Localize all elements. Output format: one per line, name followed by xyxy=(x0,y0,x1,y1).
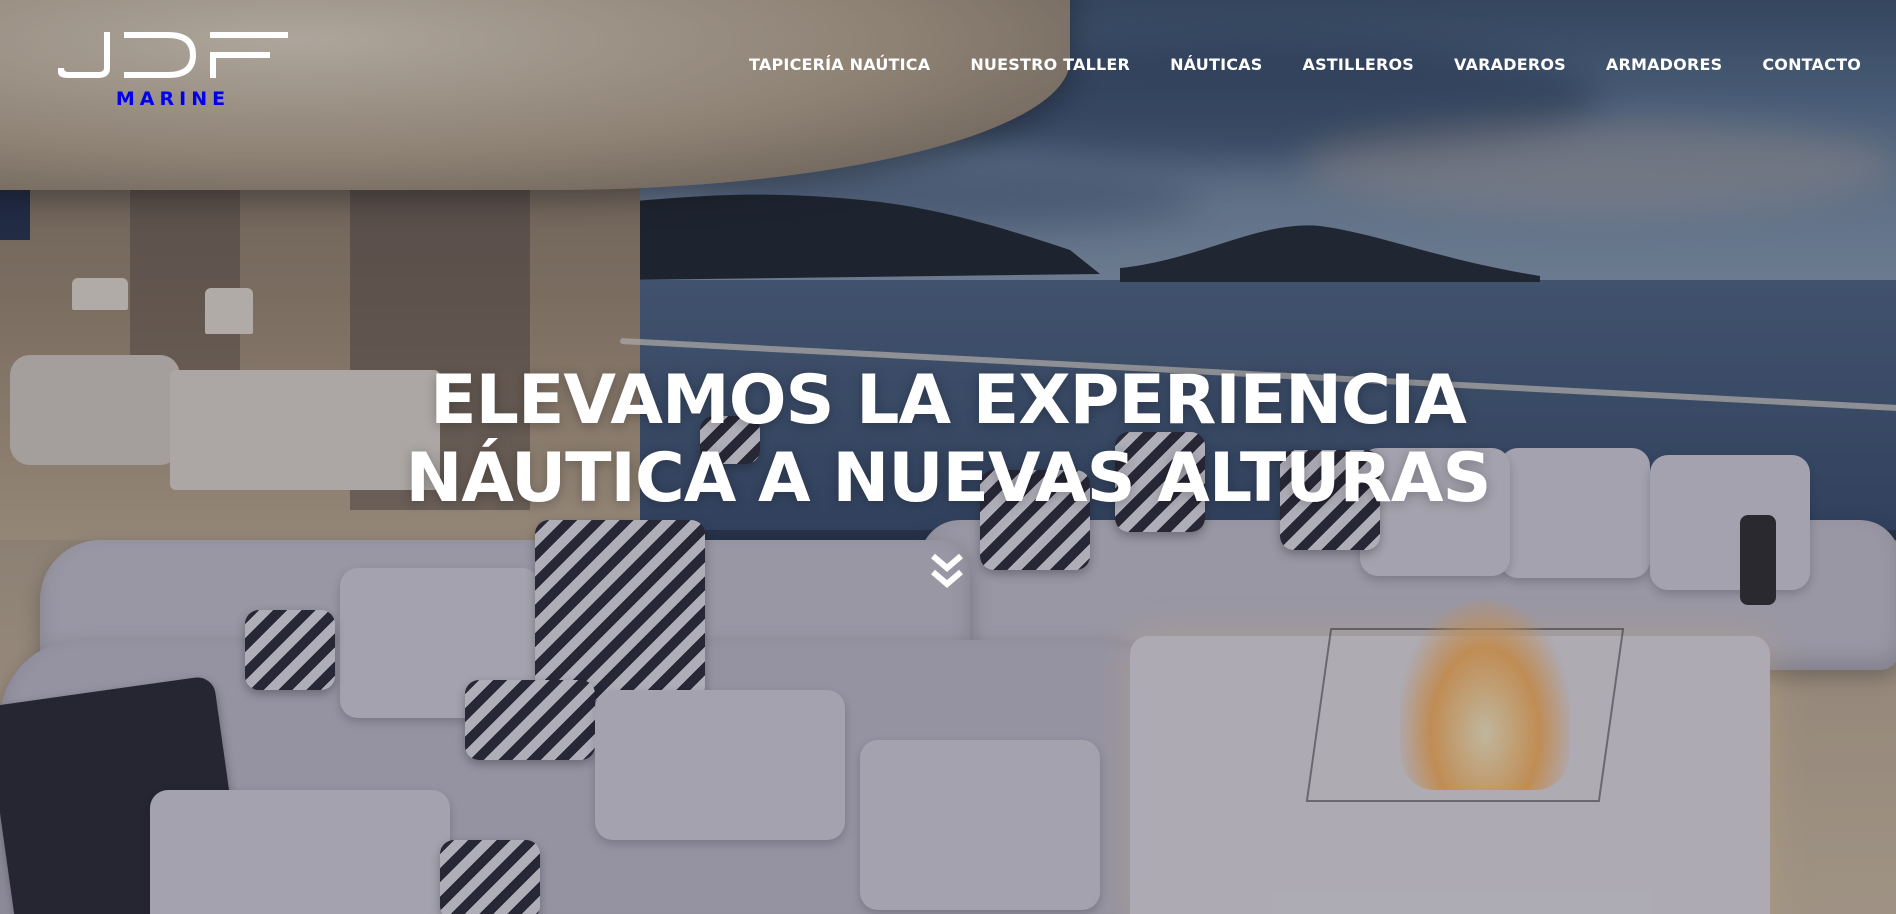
nav-item-contacto[interactable]: CONTACTO xyxy=(1762,55,1861,74)
nav-item-nauticas[interactable]: NÁUTICAS xyxy=(1170,55,1262,74)
hero-title-line-1: ELEVAMOS LA EXPERIENCIA xyxy=(430,361,1467,440)
nav-item-armadores[interactable]: ARMADORES xyxy=(1606,55,1722,74)
nav-item-varaderos[interactable]: VARADEROS xyxy=(1454,55,1566,74)
nav-item-nuestro-taller[interactable]: NUESTRO TALLER xyxy=(970,55,1130,74)
nav-item-tapiceria-nautica[interactable]: TAPICERÍA NAÚTICA xyxy=(749,55,930,74)
main-navigation: TAPICERÍA NAÚTICA NUESTRO TALLER NÁUTICA… xyxy=(749,55,1861,74)
brand-subtitle: MARINE xyxy=(115,88,231,110)
brand-logo[interactable]: MARINE xyxy=(58,32,288,112)
jdf-logo-mark xyxy=(58,32,288,78)
hero-title-line-2: NÁUTICA A NUEVAS ALTURAS xyxy=(405,439,1492,518)
nav-item-astilleros[interactable]: ASTILLEROS xyxy=(1302,55,1414,74)
double-chevron-down-icon[interactable] xyxy=(929,552,965,592)
hero-title: ELEVAMOS LA EXPERIENCIA NÁUTICA A NUEVAS… xyxy=(0,362,1896,518)
